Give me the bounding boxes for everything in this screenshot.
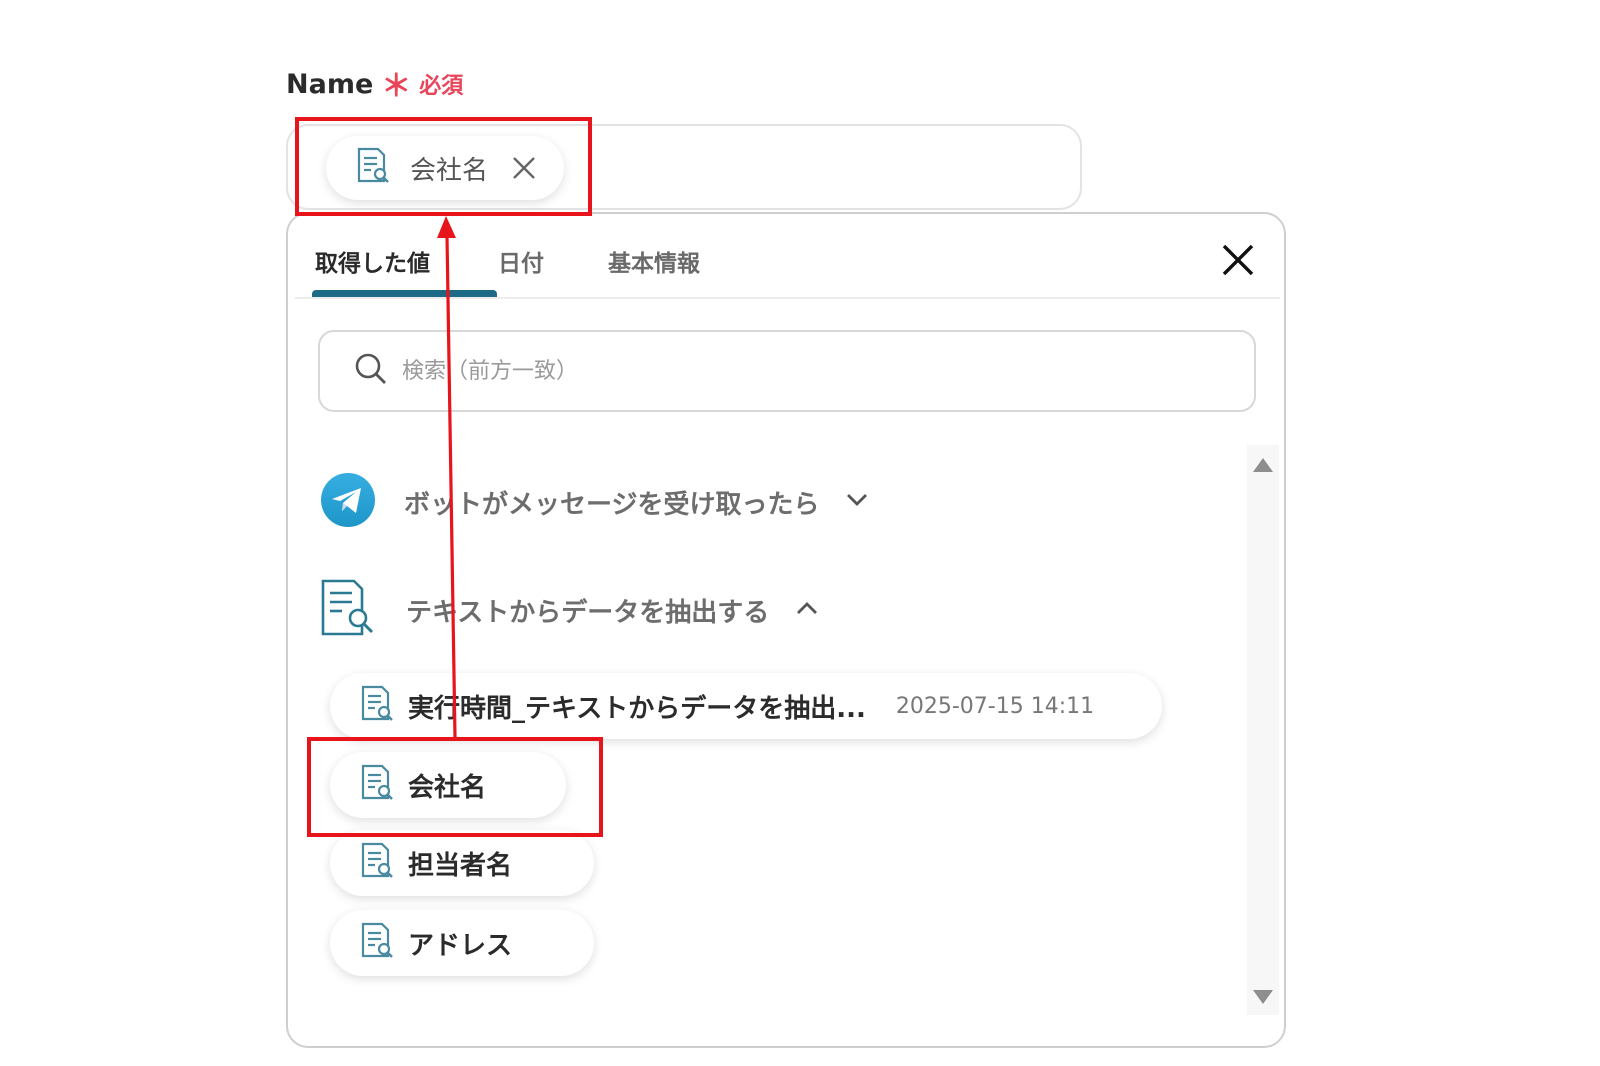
required-asterisk: ＊ <box>381 69 412 104</box>
search-field[interactable] <box>318 330 1256 412</box>
scroll-down-arrow-icon[interactable] <box>1253 990 1273 1004</box>
tab-acquired-values[interactable]: 取得した値 <box>295 240 450 296</box>
chevron-up-icon <box>795 600 819 620</box>
section-extract-data[interactable]: テキストからデータを抽出する <box>320 578 819 642</box>
document-search-icon <box>360 685 394 727</box>
selected-value-chip[interactable]: 会社名 <box>326 136 564 200</box>
list-item[interactable]: アドレス <box>330 910 594 976</box>
close-popup-icon[interactable] <box>1220 242 1256 278</box>
section-bot-message[interactable]: ボットがメッセージを受け取ったら <box>320 472 869 532</box>
tab-date[interactable]: 日付 <box>478 240 564 296</box>
list-item-timestamp: 2025-07-15 14:11 <box>895 693 1095 719</box>
list-item-label: 会社名 <box>408 772 487 803</box>
section-extract-data-label: テキストからデータを抽出する <box>406 597 770 628</box>
telegram-icon <box>320 472 376 532</box>
list-item-label: 実行時間_テキストからデータを抽出... <box>408 693 866 724</box>
selected-chip-label: 会社名 <box>410 155 489 186</box>
document-search-icon <box>356 147 390 189</box>
document-search-icon <box>360 922 394 964</box>
active-tab-indicator <box>312 290 497 297</box>
close-icon[interactable] <box>510 154 538 182</box>
search-icon <box>354 352 388 390</box>
document-search-icon <box>360 842 394 884</box>
tab-divider <box>295 297 1280 299</box>
list-item-label: アドレス <box>408 930 513 961</box>
document-search-icon <box>360 764 394 806</box>
required-text: 必須 <box>419 74 464 99</box>
search-input[interactable] <box>400 357 1164 385</box>
document-search-icon <box>320 578 378 642</box>
tab-basic-info[interactable]: 基本情報 <box>588 240 720 296</box>
section-bot-message-label: ボットがメッセージを受け取ったら <box>404 489 820 520</box>
scroll-up-arrow-icon[interactable] <box>1253 458 1273 472</box>
list-item[interactable]: 実行時間_テキストからデータを抽出... 2025-07-15 14:11 <box>330 673 1162 739</box>
list-item-label: 担当者名 <box>408 850 513 881</box>
scrollbar-track[interactable] <box>1247 445 1279 1015</box>
field-label: Name ＊ 必須 <box>286 66 463 102</box>
field-label-text: Name <box>286 68 374 100</box>
list-item[interactable]: 会社名 <box>330 752 566 818</box>
chevron-down-icon <box>845 492 869 512</box>
list-item[interactable]: 担当者名 <box>330 830 594 896</box>
